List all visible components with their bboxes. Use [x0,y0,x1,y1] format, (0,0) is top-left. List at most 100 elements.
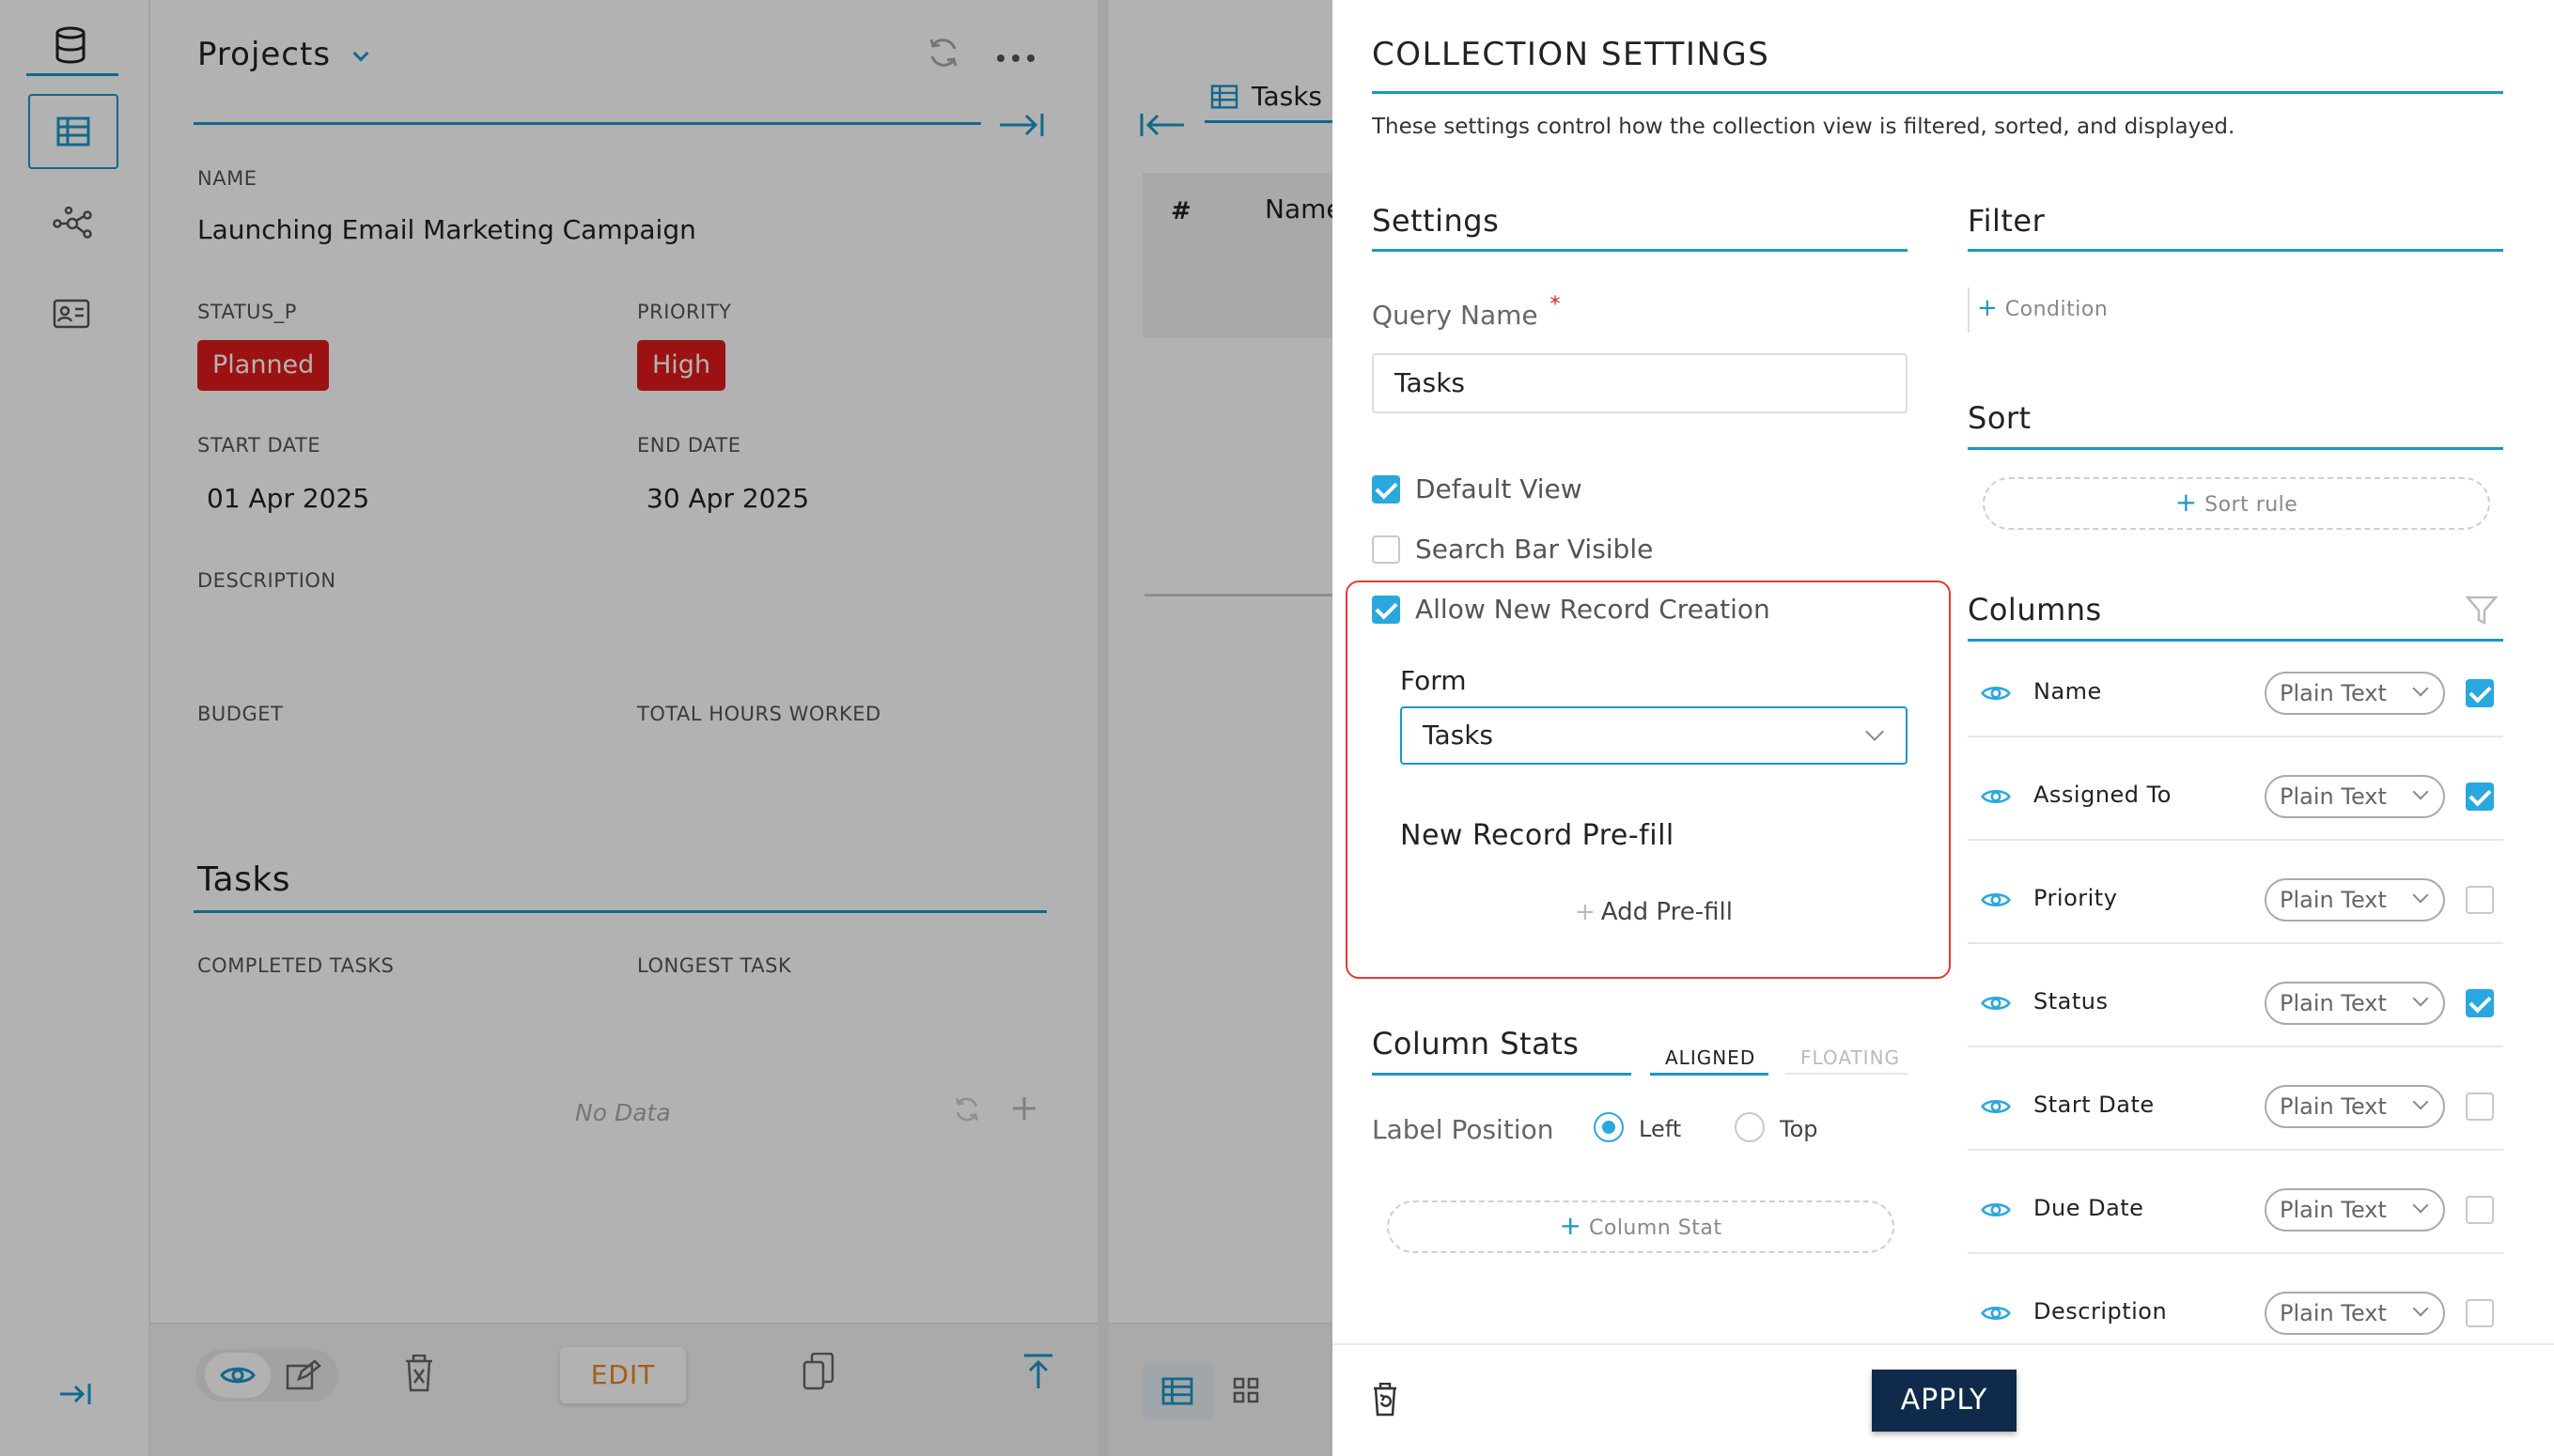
column-visible-checkbox[interactable] [2466,1092,2494,1121]
end-date-label: END DATE [637,434,741,457]
collapse-left-icon[interactable] [1139,111,1186,139]
contact-card-icon[interactable] [53,299,90,329]
status-label: STATUS_P [197,301,297,323]
modal-title: COLLECTION SETTINGS [1372,36,1770,73]
column-stats-underline [1372,1073,1631,1076]
column-visible-checkbox[interactable] [2466,1299,2494,1327]
sidebar-divider [26,73,118,76]
database-icon[interactable] [55,26,86,64]
project-title[interactable]: Projects [197,36,369,73]
form-select[interactable]: Tasks [1400,706,1908,765]
trash-icon[interactable] [404,1354,434,1392]
funnel-icon[interactable] [2465,596,2499,626]
add-column-stat-button[interactable]: + Column Stat [1387,1200,1894,1253]
search-bar-checkbox[interactable] [1372,535,1400,564]
add-condition-button[interactable]: + Condition [1968,287,2108,333]
tab-aligned-underline [1650,1073,1768,1076]
tasks-underline [194,910,1047,913]
column-row-divider [1968,1252,2503,1254]
collapse-right-icon[interactable] [998,111,1045,139]
column-visible-checkbox[interactable] [2466,782,2494,811]
required-mark: * [1550,293,1561,317]
default-view-checkbox[interactable] [1372,475,1400,503]
end-date-value: 30 Apr 2025 [646,483,810,514]
column-name: Start Date [2033,1092,2155,1118]
visibility-eye-icon[interactable] [1981,1200,2011,1220]
column-visible-checkbox[interactable] [2466,679,2494,707]
column-type-select[interactable]: Plain Text [2265,672,2445,715]
prefill-heading: New Record Pre-fill [1400,819,1674,852]
more-options-icon[interactable] [996,49,1036,62]
duplicate-icon[interactable] [802,1352,834,1390]
column-type-select[interactable]: Plain Text [2265,1085,2445,1128]
radio-left-label: Left [1639,1116,1682,1142]
edit-button[interactable]: EDIT [560,1347,686,1403]
column-visible-checkbox[interactable] [2466,989,2494,1017]
column-type-value: Plain Text [2280,680,2387,706]
tasks-toolbar [1109,1323,1332,1456]
delete-view-icon[interactable] [1372,1382,1398,1417]
column-type-select[interactable]: Plain Text [2265,878,2445,922]
table-header: # Name [1143,173,1343,338]
search-bar-label: Search Bar Visible [1415,534,1654,565]
column-type-select[interactable]: Plain Text [2265,1292,2445,1335]
visibility-eye-icon[interactable] [1981,1096,2011,1117]
chevron-down-icon [352,45,369,62]
refresh-icon[interactable] [927,36,960,70]
chevron-down-icon [2412,680,2429,697]
tab-aligned[interactable]: ALIGNED [1665,1046,1755,1069]
chevron-down-icon [2412,1093,2429,1110]
radio-top[interactable] [1735,1112,1765,1142]
table-view-icon[interactable] [28,94,118,169]
tab-floating[interactable]: FLOATING [1800,1046,1900,1069]
priority-badge: High [637,340,726,391]
eye-icon[interactable] [205,1353,271,1398]
chevron-down-icon [1865,722,1884,741]
tab-tasks[interactable]: Tasks [1207,81,1338,126]
visibility-eye-icon[interactable] [1981,1303,2011,1324]
radio-left[interactable] [1594,1112,1624,1142]
collection-settings-modal: COLLECTION SETTINGS These settings contr… [1332,0,2554,1456]
completed-tasks-label: COMPLETED TASKS [197,954,395,977]
default-view-label: Default View [1415,473,1582,504]
radio-top-label: Top [1780,1116,1818,1142]
modal-title-underline [1372,91,2503,94]
column-visible-checkbox[interactable] [2466,886,2494,914]
visibility-eye-icon[interactable] [1981,993,2011,1014]
column-type-select[interactable]: Plain Text [2265,1188,2445,1231]
col-name: Name [1265,194,1343,225]
visibility-eye-icon[interactable] [1981,786,2011,807]
column-name: Status [2033,988,2109,1015]
column-type-select[interactable]: Plain Text [2265,775,2445,818]
form-select-value: Tasks [1423,720,1494,751]
table-view-toggle[interactable] [1143,1362,1214,1420]
view-mode-toggle[interactable] [195,1349,338,1402]
visibility-eye-icon[interactable] [1981,890,2011,910]
refresh-small-icon[interactable] [953,1095,981,1123]
add-sort-rule-button[interactable]: + Sort rule [1983,477,2490,530]
add-prefill-button[interactable]: + Add Pre-fill [1575,898,1733,926]
scroll-top-icon[interactable] [1022,1353,1054,1390]
graph-icon[interactable] [53,206,92,240]
visibility-eye-icon[interactable] [1981,683,2011,704]
column-name: Assigned To [2033,782,2172,808]
settings-heading: Settings [1372,203,1500,239]
panel-separator [1098,0,1109,1456]
column-visible-checkbox[interactable] [2466,1196,2494,1224]
sort-heading: Sort [1968,400,2032,436]
plus-icon: + [1977,294,1999,322]
allow-new-record-checkbox[interactable] [1372,596,1400,624]
tab-floating-underline [1785,1073,1908,1075]
tasks-panel: Tasks # Name [1109,0,1343,1456]
add-icon[interactable] [1011,1095,1037,1122]
grid-view-icon[interactable] [1233,1377,1259,1403]
column-type-select[interactable]: Plain Text [2265,982,2445,1025]
column-row-divider [1968,1149,2503,1151]
project-toolbar: EDIT [150,1323,1098,1456]
edit-pencil-icon[interactable] [286,1359,321,1390]
expand-sidebar-icon[interactable] [58,1381,92,1407]
name-value: Launching Email Marketing Campaign [197,214,696,245]
apply-button[interactable]: APPLY [1872,1370,2017,1432]
left-sidebar [0,0,150,1456]
query-name-input[interactable]: Tasks [1372,353,1908,413]
